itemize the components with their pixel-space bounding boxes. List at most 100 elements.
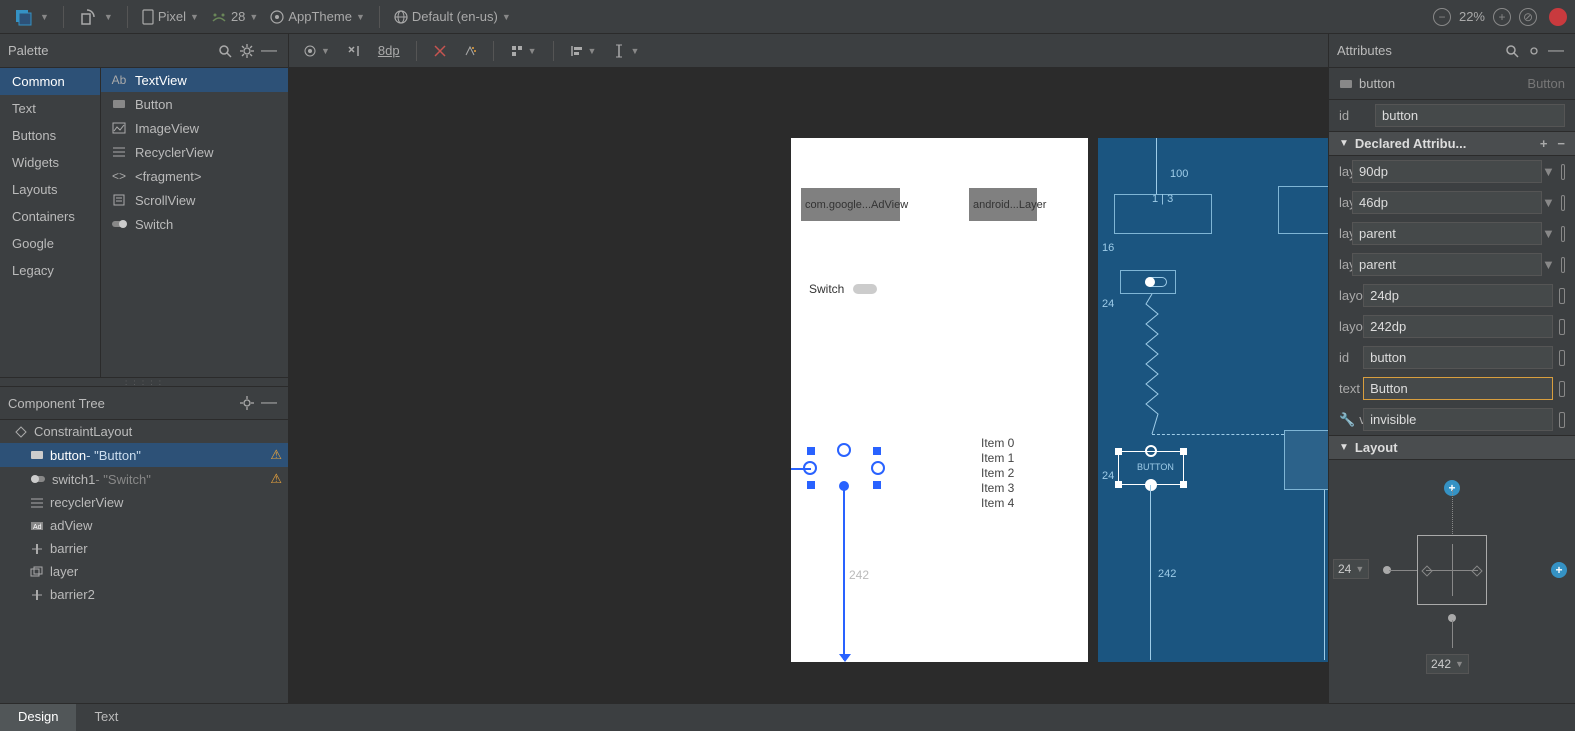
locale-picker[interactable]: Default (en-us) ▼ xyxy=(388,5,517,28)
resource-picker-icon[interactable] xyxy=(1559,350,1565,366)
layout-section[interactable]: ▼ Layout xyxy=(1329,435,1575,460)
chevron-down-icon[interactable]: ▼ xyxy=(1542,195,1555,210)
palette-cat-text[interactable]: Text xyxy=(0,95,100,122)
view-options-button[interactable]: ▼ xyxy=(297,40,336,62)
palette-item-fragment[interactable]: <><fragment> xyxy=(101,164,288,188)
align-button[interactable]: ▼ xyxy=(564,40,603,62)
minimize-icon[interactable]: — xyxy=(1545,40,1567,62)
selected-button-widget[interactable] xyxy=(811,451,877,485)
attr-input[interactable] xyxy=(1352,160,1542,183)
layer-placeholder[interactable]: android...Layer xyxy=(969,188,1037,221)
error-indicator-icon[interactable] xyxy=(1549,8,1567,26)
guidelines-button[interactable]: ▼ xyxy=(606,40,645,62)
resize-handle[interactable]: : : : : : xyxy=(0,378,288,386)
device-label: Pixel xyxy=(158,9,186,24)
zoom-fit-button[interactable]: ⊘ xyxy=(1519,8,1537,26)
resource-picker-icon[interactable] xyxy=(1561,226,1565,242)
tree-item-barrier[interactable]: barrier xyxy=(0,537,288,560)
resource-picker-icon[interactable] xyxy=(1561,195,1565,211)
chevron-down-icon[interactable]: ▼ xyxy=(1542,164,1555,179)
design-surface[interactable]: com.google...AdView android...Layer Swit… xyxy=(791,138,1088,662)
pack-button[interactable]: ▼ xyxy=(504,40,543,62)
palette-cat-containers[interactable]: Containers xyxy=(0,203,100,230)
remove-icon[interactable]: − xyxy=(1557,136,1565,151)
id-input[interactable] xyxy=(1375,104,1565,127)
resource-picker-icon[interactable] xyxy=(1561,164,1565,180)
bp-switch[interactable] xyxy=(1120,270,1176,294)
tab-text[interactable]: Text xyxy=(76,704,136,731)
chevron-down-icon[interactable]: ▼ xyxy=(1542,257,1555,272)
adview-placeholder[interactable]: com.google...AdView xyxy=(801,188,900,221)
chevron-down-icon[interactable]: ▼ xyxy=(1542,226,1555,241)
cw-left-line xyxy=(1389,570,1417,571)
palette-item-textview[interactable]: AbTextView xyxy=(101,68,288,92)
resource-picker-icon[interactable] xyxy=(1561,257,1565,273)
palette-item-button[interactable]: Button xyxy=(101,92,288,116)
bp-selected-button[interactable]: BUTTON xyxy=(1118,451,1184,485)
resource-picker-icon[interactable] xyxy=(1559,412,1565,428)
tree-item-switch[interactable]: switch1- "Switch" ⚠ xyxy=(0,467,288,491)
resource-picker-icon[interactable] xyxy=(1559,288,1565,304)
bp-layer[interactable] xyxy=(1278,186,1328,234)
constraint-widget[interactable]: + + 24▼ 242▼ xyxy=(1329,460,1575,680)
tree-item-layer[interactable]: layer xyxy=(0,560,288,583)
gear-icon[interactable] xyxy=(1523,40,1545,62)
search-icon[interactable] xyxy=(214,40,236,62)
palette-item-recyclerview[interactable]: RecyclerView xyxy=(101,140,288,164)
bp-recyclerview[interactable] xyxy=(1284,430,1328,490)
orientation-button[interactable]: ▼ xyxy=(72,4,119,30)
palette-item-imageview[interactable]: ImageView xyxy=(101,116,288,140)
tab-design[interactable]: Design xyxy=(0,704,76,731)
minimize-icon[interactable]: — xyxy=(258,40,280,62)
declared-section[interactable]: ▼ Declared Attribu... +− xyxy=(1329,131,1575,156)
clear-constraints-button[interactable] xyxy=(427,40,453,62)
attr-label: layout_marg xyxy=(1339,319,1363,334)
api-picker[interactable]: 28 ▼ xyxy=(205,5,264,28)
search-icon[interactable] xyxy=(1501,40,1523,62)
designer-toolbar: ▼ ▼ Pixel ▼ 28 ▼ AppTheme ▼ Default (en-… xyxy=(0,0,1575,34)
palette-cat-google[interactable]: Google xyxy=(0,230,100,257)
zoom-out-button[interactable]: − xyxy=(1433,8,1451,26)
tree-root[interactable]: ConstraintLayout xyxy=(0,420,288,443)
device-picker[interactable]: Pixel ▼ xyxy=(136,5,205,29)
surface-mode-button[interactable]: ▼ xyxy=(8,4,55,30)
layer-icon xyxy=(30,566,44,578)
palette-cat-legacy[interactable]: Legacy xyxy=(0,257,100,284)
autoconnect-button[interactable] xyxy=(340,40,368,62)
resource-picker-icon[interactable] xyxy=(1559,381,1565,397)
palette-cat-common[interactable]: Common xyxy=(0,68,100,95)
attr-input[interactable] xyxy=(1363,284,1553,307)
resource-picker-icon[interactable] xyxy=(1559,319,1565,335)
tree-item-adview[interactable]: Ad adView xyxy=(0,514,288,537)
palette-item-scrollview[interactable]: ScrollView xyxy=(101,188,288,212)
palette-item-switch[interactable]: Switch xyxy=(101,212,288,236)
default-margin-button[interactable]: 8dp xyxy=(372,39,406,62)
attr-input[interactable] xyxy=(1352,191,1542,214)
palette-cat-buttons[interactable]: Buttons xyxy=(0,122,100,149)
switch-widget[interactable]: Switch xyxy=(809,282,844,296)
attr-input[interactable] xyxy=(1363,408,1553,431)
gear-icon[interactable] xyxy=(236,40,258,62)
theme-picker[interactable]: AppTheme ▼ xyxy=(264,5,371,28)
attr-input[interactable] xyxy=(1363,346,1553,369)
tree-item-button[interactable]: button- "Button" ⚠ xyxy=(0,443,288,467)
canvas[interactable]: com.google...AdView android...Layer Swit… xyxy=(289,68,1328,703)
add-icon[interactable]: + xyxy=(1540,136,1548,151)
infer-constraints-button[interactable] xyxy=(457,40,483,62)
cw-left-margin[interactable]: 24▼ xyxy=(1333,559,1369,579)
zoom-in-button[interactable]: + xyxy=(1493,8,1511,26)
tree-item-barrier2[interactable]: barrier2 xyxy=(0,583,288,606)
attr-input[interactable] xyxy=(1363,377,1553,400)
palette-cat-widgets[interactable]: Widgets xyxy=(0,149,100,176)
palette-cat-layouts[interactable]: Layouts xyxy=(0,176,100,203)
recyclerview-items[interactable]: Item 0 Item 1 Item 2 Item 3 Item 4 xyxy=(981,436,1014,511)
gear-icon[interactable] xyxy=(236,392,258,414)
cw-bottom-margin[interactable]: 242▼ xyxy=(1426,654,1469,674)
cw-add-right[interactable]: + xyxy=(1551,562,1567,578)
minimize-icon[interactable]: — xyxy=(258,392,280,414)
attr-input[interactable] xyxy=(1352,253,1542,276)
blueprint-surface[interactable]: 100 1 | 3 68 16 24 BUTTON xyxy=(1098,138,1328,662)
tree-item-recyclerview[interactable]: recyclerView xyxy=(0,491,288,514)
attr-input[interactable] xyxy=(1352,222,1542,245)
attr-input[interactable] xyxy=(1363,315,1553,338)
